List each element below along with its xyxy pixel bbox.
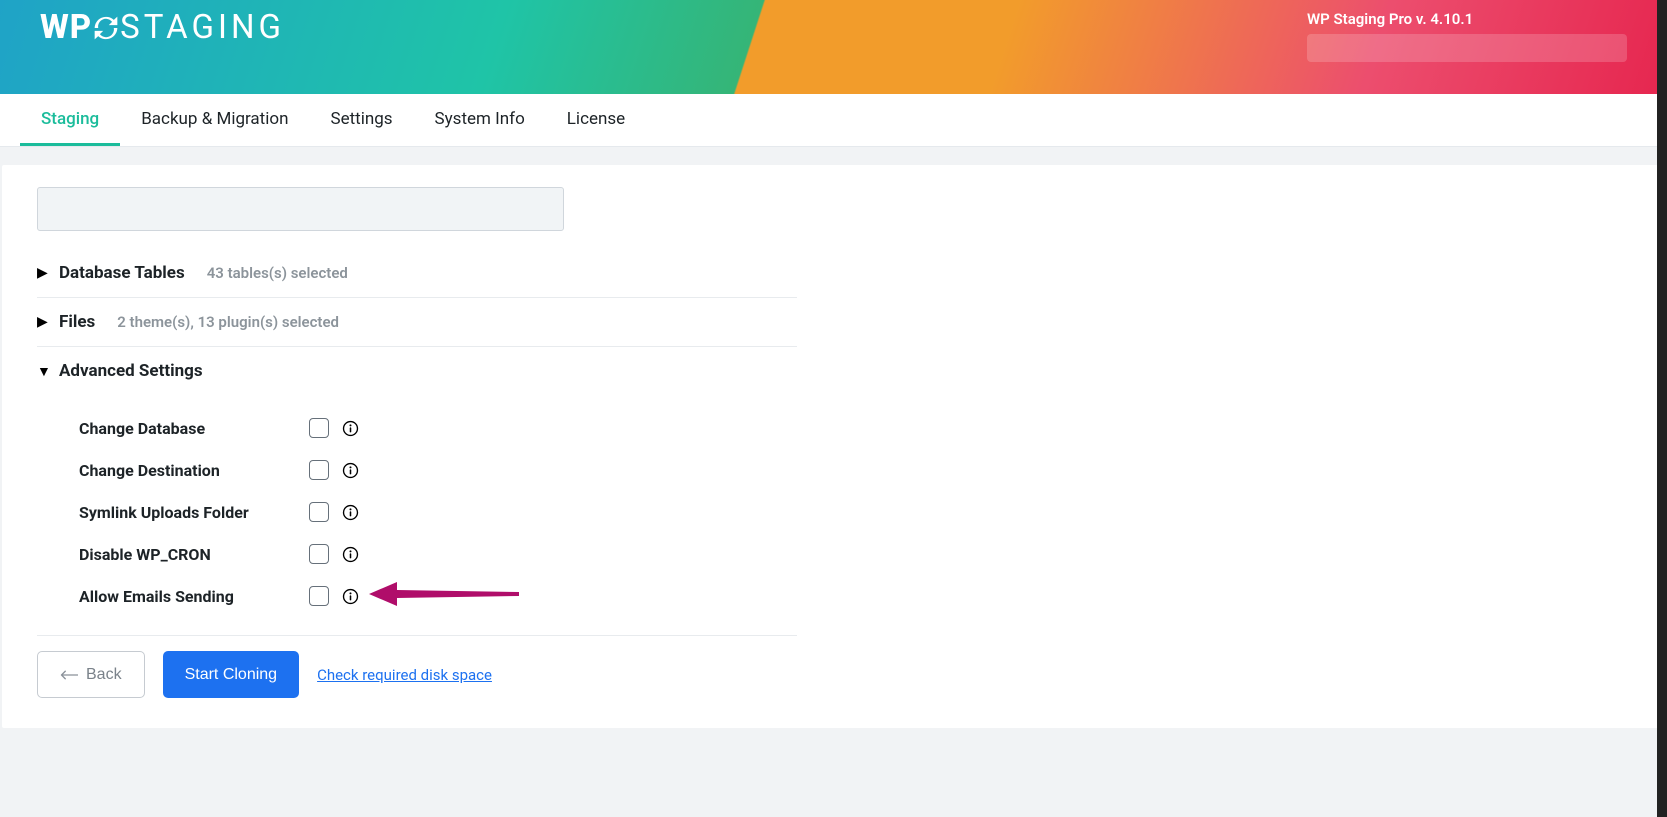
tab-settings[interactable]: Settings xyxy=(309,94,413,146)
option-change-destination-label: Change Destination xyxy=(79,461,279,480)
change-destination-checkbox[interactable] xyxy=(309,460,329,480)
start-cloning-label: Start Cloning xyxy=(185,666,278,684)
section-advanced-title: Advanced Settings xyxy=(59,361,203,381)
version-block: WP Staging Pro v. 4.10.1 xyxy=(1307,10,1627,62)
section-files[interactable]: ▶ Files 2 theme(s), 13 plugin(s) selecte… xyxy=(37,298,797,347)
check-disk-space-label: Check required disk space xyxy=(317,666,492,684)
tab-backup-label: Backup & Migration xyxy=(141,109,288,129)
info-icon[interactable] xyxy=(341,419,359,437)
tab-license-label: License xyxy=(567,109,625,129)
option-symlink-uploads-label: Symlink Uploads Folder xyxy=(79,503,279,522)
option-change-database: Change Database xyxy=(37,407,797,449)
allow-emails-checkbox[interactable] xyxy=(309,586,329,606)
info-icon[interactable] xyxy=(341,461,359,479)
tab-staging-label: Staging xyxy=(41,109,99,129)
start-cloning-button[interactable]: Start Cloning xyxy=(163,651,300,698)
section-database-tables[interactable]: ▶ Database Tables 43 tables(s) selected xyxy=(37,249,797,298)
main-panel: ▶ Database Tables 43 tables(s) selected … xyxy=(2,165,1663,728)
clone-name-input[interactable] xyxy=(37,187,564,231)
chevron-down-icon: ▼ xyxy=(37,363,59,380)
section-files-sub: 2 theme(s), 13 plugin(s) selected xyxy=(117,313,339,331)
tab-system-info-label: System Info xyxy=(435,109,525,129)
scrollbar-track[interactable] xyxy=(1657,0,1667,817)
section-db-sub: 43 tables(s) selected xyxy=(207,264,348,282)
option-disable-wp-cron: Disable WP_CRON xyxy=(37,533,797,575)
info-icon[interactable] xyxy=(341,545,359,563)
disable-wp-cron-checkbox[interactable] xyxy=(309,544,329,564)
version-text: WP Staging Pro v. 4.10.1 xyxy=(1307,10,1627,28)
tab-staging[interactable]: Staging xyxy=(20,94,120,146)
advanced-settings-body: Change Database Change Destination Symli… xyxy=(37,395,797,636)
option-allow-emails-label: Allow Emails Sending xyxy=(79,587,279,606)
option-symlink-uploads: Symlink Uploads Folder xyxy=(37,491,797,533)
section-files-title: Files xyxy=(59,312,95,332)
option-disable-wp-cron-label: Disable WP_CRON xyxy=(79,545,279,564)
logo: WP STAGING xyxy=(40,8,285,47)
back-button-label: Back xyxy=(86,666,122,684)
tab-settings-label: Settings xyxy=(330,109,392,129)
tab-backup[interactable]: Backup & Migration xyxy=(120,94,309,146)
option-allow-emails: Allow Emails Sending xyxy=(37,575,797,617)
info-icon[interactable] xyxy=(341,587,359,605)
arrow-left-icon xyxy=(60,668,78,682)
section-advanced[interactable]: ▼ Advanced Settings xyxy=(37,347,797,395)
footer-actions: Back Start Cloning Check required disk s… xyxy=(37,651,1628,698)
logo-post: STAGING xyxy=(120,8,285,47)
tab-license[interactable]: License xyxy=(546,94,646,146)
back-button[interactable]: Back xyxy=(37,651,145,698)
option-change-database-label: Change Database xyxy=(79,419,279,438)
annotation-arrow-icon xyxy=(369,576,519,616)
chevron-right-icon: ▶ xyxy=(37,314,59,330)
chevron-right-icon: ▶ xyxy=(37,265,59,281)
change-database-checkbox[interactable] xyxy=(309,418,329,438)
logo-pre: WP xyxy=(40,8,92,47)
check-disk-space-link[interactable]: Check required disk space xyxy=(317,666,492,684)
tab-system-info[interactable]: System Info xyxy=(414,94,546,146)
section-db-title: Database Tables xyxy=(59,263,185,283)
tab-bar: Staging Backup & Migration Settings Syst… xyxy=(0,94,1667,147)
info-icon[interactable] xyxy=(341,503,359,521)
license-placeholder xyxy=(1307,34,1627,62)
header-banner: WP STAGING WP Staging Pro v. 4.10.1 xyxy=(0,0,1667,94)
option-change-destination: Change Destination xyxy=(37,449,797,491)
symlink-uploads-checkbox[interactable] xyxy=(309,502,329,522)
refresh-icon xyxy=(89,11,123,45)
